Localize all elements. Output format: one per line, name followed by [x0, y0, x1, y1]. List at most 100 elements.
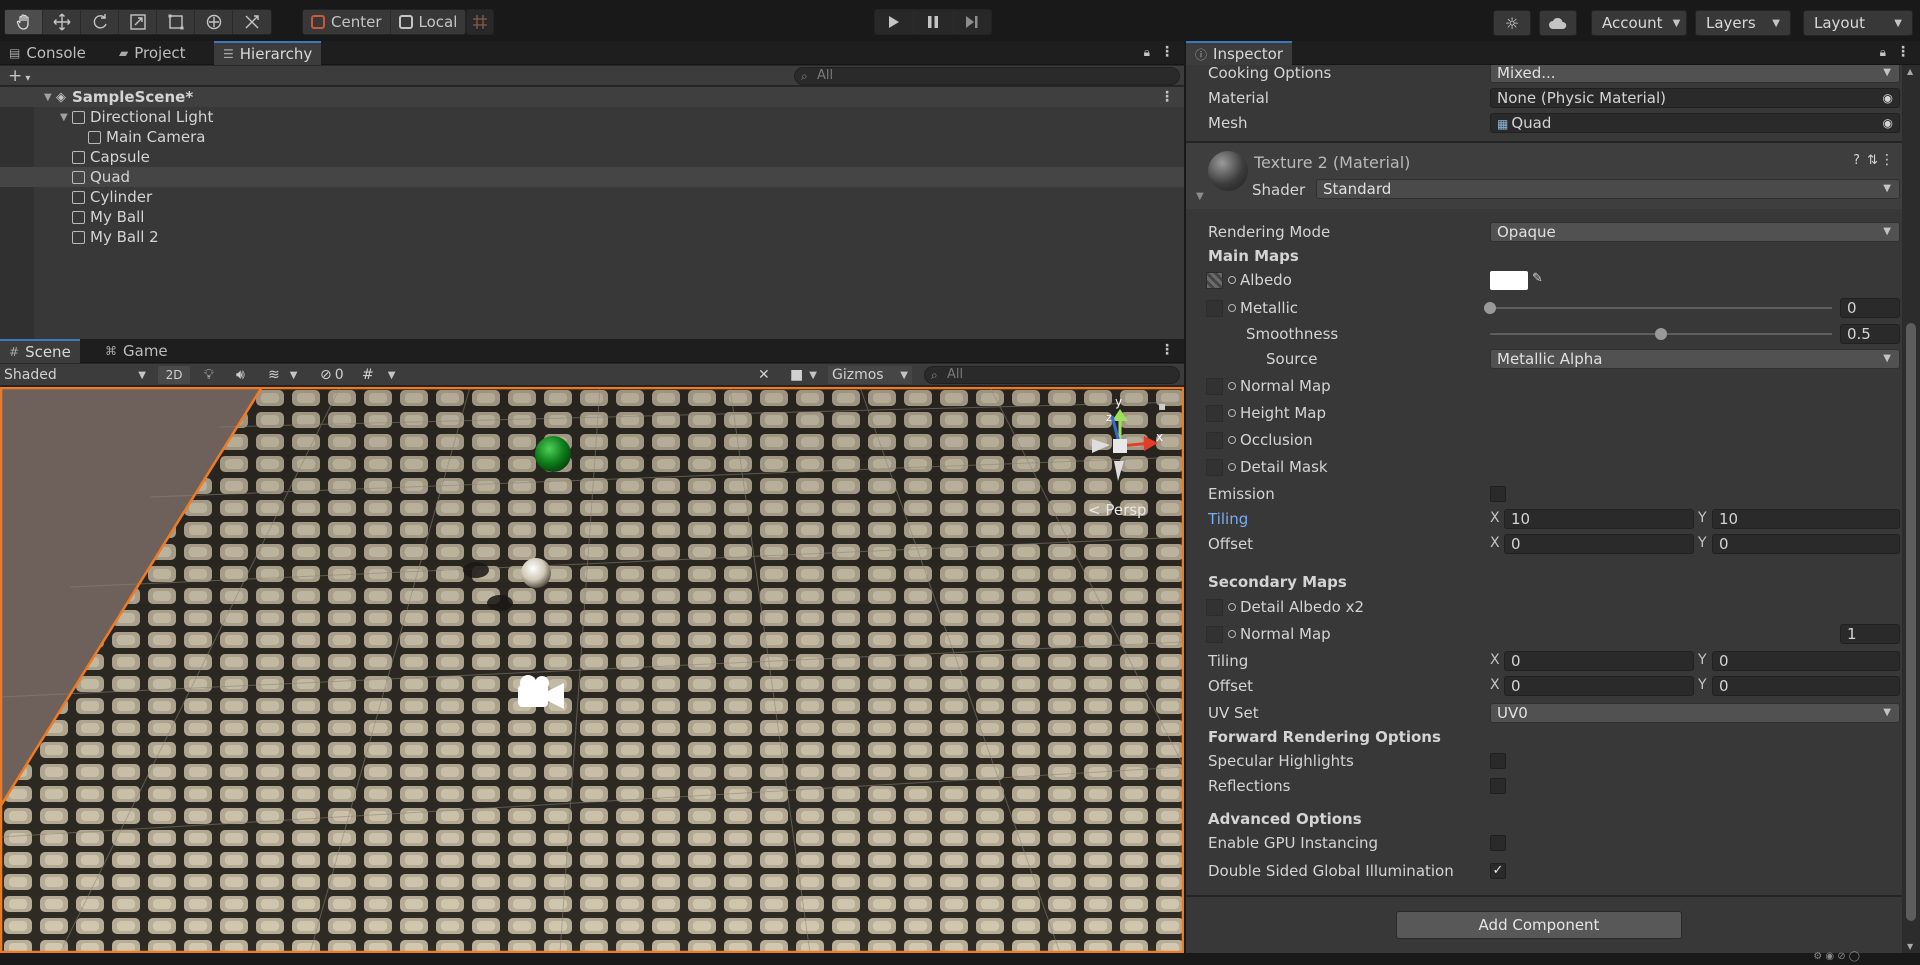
specular-highlights-checkbox[interactable] — [1490, 753, 1506, 769]
albedo-texture-slot[interactable] — [1206, 272, 1223, 289]
step-button[interactable] — [953, 10, 991, 34]
tab-game[interactable]: ⌘ Game — [96, 339, 177, 363]
rotate-tool-icon[interactable] — [81, 10, 119, 34]
2d-toggle[interactable]: 2D — [158, 366, 190, 384]
texture-picker-icon[interactable] — [1228, 603, 1236, 611]
secondary-tiling-y-field[interactable]: 0 — [1712, 651, 1900, 671]
tab-inspector[interactable]: ⓘ Inspector — [1186, 41, 1292, 65]
shading-mode-dropdown[interactable]: Shaded ▼ — [4, 366, 146, 384]
hierarchy-item[interactable]: Main Camera — [0, 127, 1184, 147]
move-tool-icon[interactable] — [43, 10, 81, 34]
tab-console[interactable]: ▤ Console — [0, 41, 95, 65]
hidden-objects-toggle[interactable]: ⊘ 0 — [320, 366, 356, 384]
hierarchy-item[interactable]: My Ball — [0, 207, 1184, 227]
camera-dropdown[interactable]: ■ ▼ — [790, 366, 822, 384]
hierarchy-item[interactable]: Quad — [0, 167, 1184, 187]
scene-viewport[interactable]: y x z ▪ < Persp — [0, 387, 1184, 953]
help-icon[interactable]: ? — [1853, 153, 1860, 168]
preset-icon[interactable]: ⇅ — [1867, 153, 1878, 168]
smoothness-value-field[interactable]: 0.5 — [1840, 324, 1900, 344]
pivot-mode-toggle[interactable]: Center — [303, 10, 391, 34]
orientation-gizmo[interactable]: y x z — [1070, 391, 1170, 491]
object-picker-icon[interactable]: ◉ — [1883, 89, 1893, 107]
hierarchy-item[interactable]: ▼ Directional Light — [0, 107, 1184, 127]
tiling-y-field[interactable]: 10 — [1712, 509, 1900, 529]
texture-picker-icon[interactable] — [1228, 463, 1236, 471]
hierarchy-item[interactable]: My Ball 2 — [0, 227, 1184, 247]
gizmo-lock-icon[interactable]: ▪ — [1158, 399, 1166, 413]
lighting-toggle[interactable]: 💡︎ — [204, 366, 224, 384]
texture-picker-icon[interactable] — [1228, 276, 1236, 284]
scrollbar-thumb[interactable] — [1906, 323, 1916, 921]
detail-mask-slot[interactable] — [1206, 459, 1223, 476]
scene-row[interactable]: ▼ ◈ SampleScene* ⋮ — [0, 87, 1184, 107]
tiling-x-field[interactable]: 10 — [1504, 509, 1694, 529]
hand-tool-icon[interactable] — [5, 10, 43, 34]
create-add-button[interactable]: + ▾ — [8, 66, 30, 86]
pause-button[interactable] — [913, 10, 953, 34]
white-ball[interactable] — [521, 558, 551, 588]
lock-icon[interactable]: 🔒︎ — [1880, 45, 1886, 60]
custom-tool-icon[interactable] — [233, 10, 271, 34]
secondary-tiling-x-field[interactable]: 0 — [1504, 651, 1694, 671]
cloud-button[interactable] — [1539, 10, 1577, 36]
gizmos-dropdown[interactable]: Gizmos ▼ — [828, 366, 912, 384]
occlusion-slot[interactable] — [1206, 432, 1223, 449]
metallic-slider-track[interactable] — [1490, 307, 1832, 309]
tab-project[interactable]: ▰ Project — [110, 41, 195, 65]
layout-dropdown[interactable]: Layout ▼ — [1803, 10, 1913, 36]
inspector-scrollbar[interactable]: ▲ ▼ — [1902, 65, 1920, 953]
add-component-button[interactable]: Add Component — [1396, 911, 1682, 939]
foldout-arrow-icon[interactable]: ▼ — [1196, 191, 1204, 202]
gpu-instancing-checkbox[interactable] — [1490, 835, 1506, 851]
offset-x-field[interactable]: 0 — [1504, 534, 1694, 554]
grid-snap-button[interactable] — [466, 9, 494, 35]
offset-y-field[interactable]: 0 — [1712, 534, 1900, 554]
cooking-options-dropdown[interactable]: Mixed... ▼ — [1490, 65, 1900, 83]
texture-picker-icon[interactable] — [1228, 382, 1236, 390]
rect-tool-icon[interactable] — [157, 10, 195, 34]
scene-render[interactable] — [0, 387, 1184, 953]
green-ball[interactable] — [535, 436, 571, 472]
reflections-checkbox[interactable] — [1490, 778, 1506, 794]
normal-map-slot[interactable] — [1206, 378, 1223, 395]
scroll-up-icon[interactable]: ▲ — [1907, 67, 1913, 76]
perspective-toggle[interactable]: < Persp — [1088, 501, 1147, 519]
tab-scene[interactable]: # Scene — [0, 339, 80, 363]
audio-toggle[interactable]: 🔊︎ — [236, 366, 256, 384]
texture-picker-icon[interactable] — [1228, 304, 1236, 312]
panel-menu-icon[interactable]: ⋮ — [1160, 342, 1174, 358]
hierarchy-item[interactable]: Capsule — [0, 147, 1184, 167]
texture-picker-icon[interactable] — [1228, 630, 1236, 638]
material-object-field[interactable]: None (Physic Material) ◉ — [1490, 88, 1900, 108]
metallic-texture-slot[interactable] — [1206, 300, 1223, 317]
shader-dropdown[interactable]: Standard ▼ — [1316, 179, 1900, 199]
secondary-normal-map-slot[interactable] — [1206, 626, 1223, 643]
secondary-offset-y-field[interactable]: 0 — [1712, 676, 1900, 696]
detail-albedo-slot[interactable] — [1206, 599, 1223, 616]
mesh-object-field[interactable]: ▦ Quad ◉ — [1490, 113, 1900, 133]
eyedropper-icon[interactable]: ✎ — [1532, 271, 1543, 286]
height-map-slot[interactable] — [1206, 405, 1223, 422]
effects-dropdown[interactable]: ≋ ▼ — [268, 366, 308, 384]
lock-icon[interactable]: 🔒︎ — [1144, 45, 1150, 60]
scroll-down-icon[interactable]: ▼ — [1907, 942, 1913, 951]
object-picker-icon[interactable]: ◉ — [1883, 114, 1893, 132]
tab-hierarchy[interactable]: ☰ Hierarchy — [214, 41, 322, 65]
transform-tool-icon[interactable] — [195, 10, 233, 34]
layers-dropdown[interactable]: Layers ▼ — [1695, 10, 1791, 36]
uv-set-dropdown[interactable]: UV0 ▼ — [1490, 703, 1900, 723]
hierarchy-item[interactable]: Cylinder — [0, 187, 1184, 207]
panel-menu-icon[interactable]: ⋮ — [1160, 44, 1174, 60]
albedo-color-swatch[interactable] — [1490, 271, 1528, 290]
double-sided-gi-checkbox[interactable]: ✓ — [1490, 863, 1506, 879]
smoothness-slider-knob[interactable] — [1655, 328, 1667, 340]
component-menu-icon[interactable]: ⋮ — [1880, 152, 1894, 168]
tools-toggle[interactable]: ✕ — [758, 366, 778, 384]
secondary-offset-x-field[interactable]: 0 — [1504, 676, 1694, 696]
scene-search-input[interactable]: ⌕ All — [924, 366, 1180, 384]
emission-checkbox[interactable] — [1490, 486, 1506, 502]
fold-arrow-icon[interactable]: ▼ — [44, 92, 56, 103]
pivot-rotation-toggle[interactable]: Local — [391, 10, 466, 34]
scale-tool-icon[interactable] — [119, 10, 157, 34]
